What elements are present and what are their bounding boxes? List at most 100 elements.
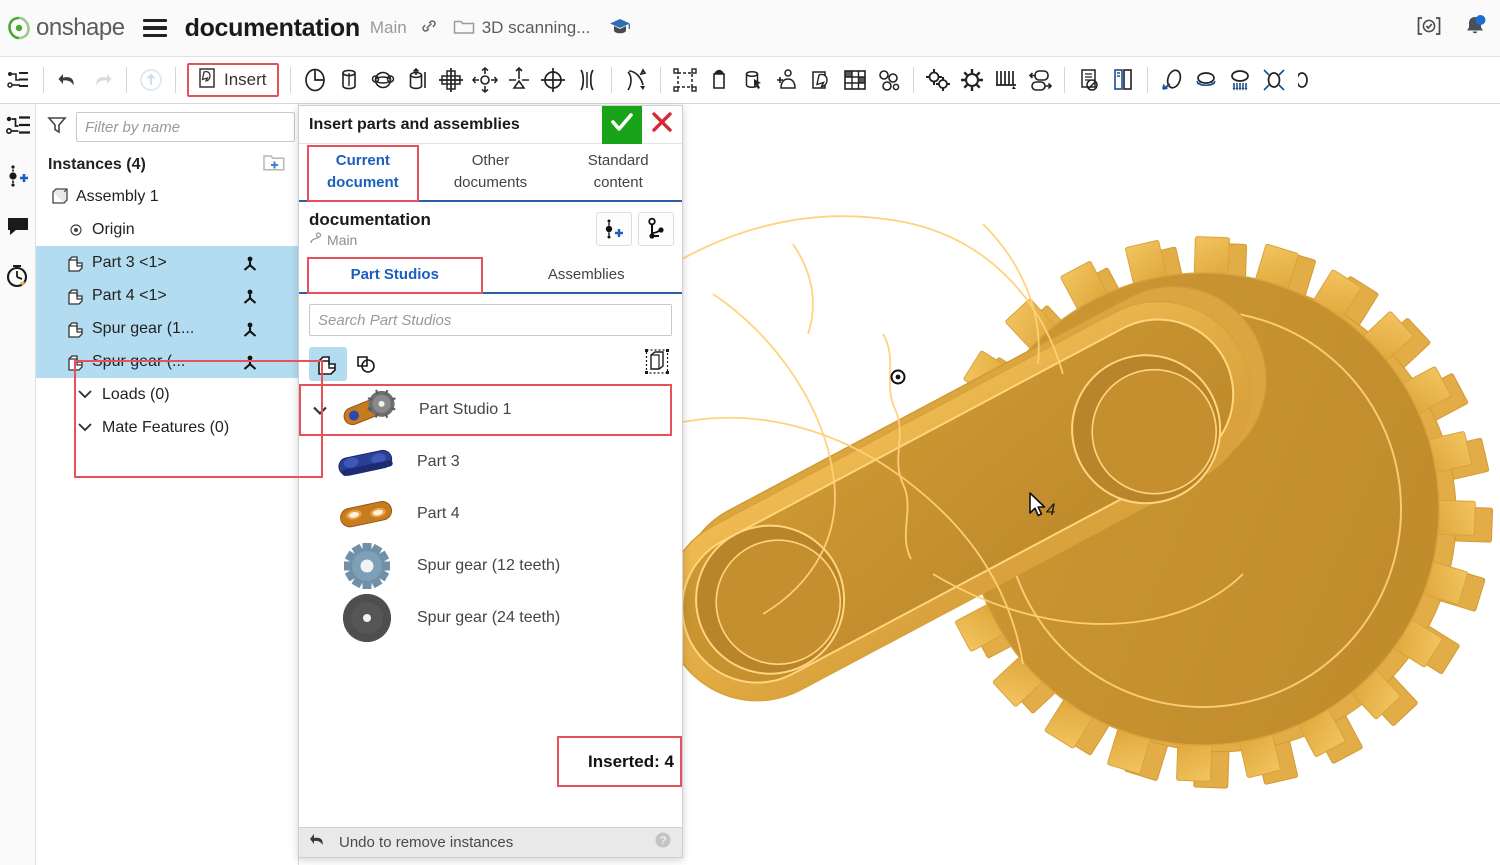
explode-icon[interactable] <box>872 62 906 98</box>
workspace-label[interactable]: Main <box>370 18 407 38</box>
graduation-cap-icon[interactable] <box>608 16 632 41</box>
tree-row-spur-gear-1[interactable]: Spur gear (1... <box>36 312 298 345</box>
fastened-mate-icon[interactable] <box>536 62 570 98</box>
tab-other-documents[interactable]: Other documents <box>427 144 555 200</box>
onshape-logo-icon[interactable] <box>8 16 30 40</box>
bounding-box-icon[interactable] <box>644 348 670 380</box>
ball-mate-icon[interactable] <box>366 62 400 98</box>
tab-part-studios[interactable]: Part Studios <box>299 256 491 294</box>
chevron-down-icon[interactable] <box>307 405 333 416</box>
translate-view-icon[interactable] <box>1223 62 1257 98</box>
cylindrical-mate-icon[interactable] <box>332 62 366 98</box>
group-label: Loads (0) <box>102 385 170 403</box>
tab-label-line2: documents <box>453 174 528 191</box>
refresh-icon[interactable] <box>134 62 168 98</box>
dialog-search-wrap <box>299 294 682 344</box>
mate-connector-icon[interactable] <box>240 253 260 273</box>
group-loads[interactable]: Loads (0) <box>36 378 298 411</box>
mate-connector-place-icon[interactable] <box>770 62 804 98</box>
insert-icon <box>197 67 217 94</box>
mate-connector-icon[interactable] <box>240 319 260 339</box>
tree-row-label: Part 4 <1> <box>92 286 167 304</box>
toolbar-divider <box>1146 67 1148 93</box>
parts-mode-icon[interactable] <box>309 347 347 381</box>
tab-standard-content[interactable]: Standard content <box>554 144 682 200</box>
scale-view-icon[interactable] <box>1257 62 1291 98</box>
insert-button[interactable]: Insert <box>187 63 279 97</box>
revolute-mate-icon[interactable] <box>298 62 332 98</box>
table-icon[interactable] <box>838 62 872 98</box>
revolve-view-icon[interactable] <box>1189 62 1223 98</box>
tab-current-document[interactable]: Current document <box>299 144 427 202</box>
notification-bell-icon[interactable] <box>1462 13 1488 44</box>
result-part-4[interactable]: Part 4 <box>299 488 682 540</box>
tree-row-part-3[interactable]: Part 3 <1> <box>36 246 298 279</box>
linear-relation-icon[interactable] <box>1023 62 1057 98</box>
tree-row-part-4[interactable]: Part 4 <1> <box>36 279 298 312</box>
result-label: Part 3 <box>417 453 460 470</box>
page-title[interactable]: documentation <box>185 14 361 43</box>
result-part-3[interactable]: Part 3 <box>299 436 682 488</box>
folder-icon <box>453 17 475 40</box>
tree-row-origin[interactable]: Origin <box>36 213 298 246</box>
transform-icon[interactable] <box>668 62 702 98</box>
new-folder-icon[interactable] <box>262 153 286 178</box>
select-part-icon[interactable] <box>736 62 770 98</box>
history-icon[interactable] <box>4 262 32 290</box>
result-label: Part 4 <box>417 505 460 522</box>
gear-relation-icon[interactable] <box>921 62 955 98</box>
redo-icon[interactable] <box>85 62 119 98</box>
result-spur-gear-24[interactable]: Spur gear (24 teeth) <box>299 592 682 644</box>
parallel-mate-icon[interactable] <box>502 62 536 98</box>
feature-list-icon[interactable] <box>4 112 32 140</box>
undo-arrow-icon[interactable] <box>309 832 327 853</box>
tree-row-assembly[interactable]: Assembly 1 <box>36 180 298 213</box>
topbar-right-group <box>1414 13 1500 44</box>
small-gear-thumbnail <box>331 543 403 589</box>
hamburger-icon[interactable] <box>142 18 167 38</box>
rack-relation-icon[interactable] <box>955 62 989 98</box>
3d-viewport[interactable] <box>683 104 1500 865</box>
tangent-mate-icon[interactable] <box>570 62 604 98</box>
hide-icon[interactable] <box>1072 62 1106 98</box>
chevron-down-icon <box>78 419 92 437</box>
grab-part-icon[interactable] <box>804 62 838 98</box>
planar-mate-icon[interactable] <box>434 62 468 98</box>
help-icon[interactable]: ? <box>654 831 672 854</box>
screw-relation-icon[interactable] <box>989 62 1023 98</box>
add-part-icon[interactable] <box>702 62 736 98</box>
cancel-button[interactable] <box>642 106 682 144</box>
code-check-icon[interactable] <box>1414 14 1444 43</box>
checkmark-icon <box>610 111 634 138</box>
origin-marker-icon <box>890 369 906 385</box>
section-icon[interactable] <box>1106 62 1140 98</box>
result-spur-gear-12[interactable]: Spur gear (12 teeth) <box>299 540 682 592</box>
mate-connector-icon[interactable] <box>240 286 260 306</box>
tab-assemblies[interactable]: Assemblies <box>491 256 683 292</box>
rotate-view-icon[interactable] <box>1155 62 1189 98</box>
folder-breadcrumb[interactable]: 3D scanning... <box>453 17 590 40</box>
undo-icon[interactable] <box>51 62 85 98</box>
gear-assembly-3d-model[interactable] <box>683 104 1500 865</box>
composite-parts-mode-icon[interactable] <box>347 347 385 381</box>
comment-icon[interactable] <box>4 212 32 240</box>
pin-slot-mate-icon[interactable] <box>468 62 502 98</box>
group-mate-features[interactable]: Mate Features (0) <box>36 411 298 444</box>
branch-graph-icon[interactable] <box>638 212 674 246</box>
search-input[interactable] <box>309 304 672 336</box>
more-view-icon[interactable] <box>1291 62 1325 98</box>
confirm-button[interactable] <box>602 105 642 144</box>
link-icon[interactable] <box>419 16 439 41</box>
onshape-wordmark[interactable]: onshape <box>36 14 125 42</box>
mate-connector-icon[interactable] <box>240 352 260 372</box>
result-part-studio-1[interactable]: Part Studio 1 <box>299 384 672 436</box>
funnel-icon[interactable] <box>46 114 68 141</box>
group-icon[interactable] <box>619 62 653 98</box>
dialog-document-row: documentation Main <box>299 202 682 256</box>
tree-row-spur-gear-2[interactable]: Spur gear (... <box>36 345 298 378</box>
version-history-icon[interactable] <box>596 212 632 246</box>
slider-mate-icon[interactable] <box>400 62 434 98</box>
toolbar-tree-toggle[interactable] <box>0 69 36 91</box>
filter-input[interactable] <box>76 112 295 142</box>
mate-connector-add-icon[interactable] <box>4 162 32 190</box>
